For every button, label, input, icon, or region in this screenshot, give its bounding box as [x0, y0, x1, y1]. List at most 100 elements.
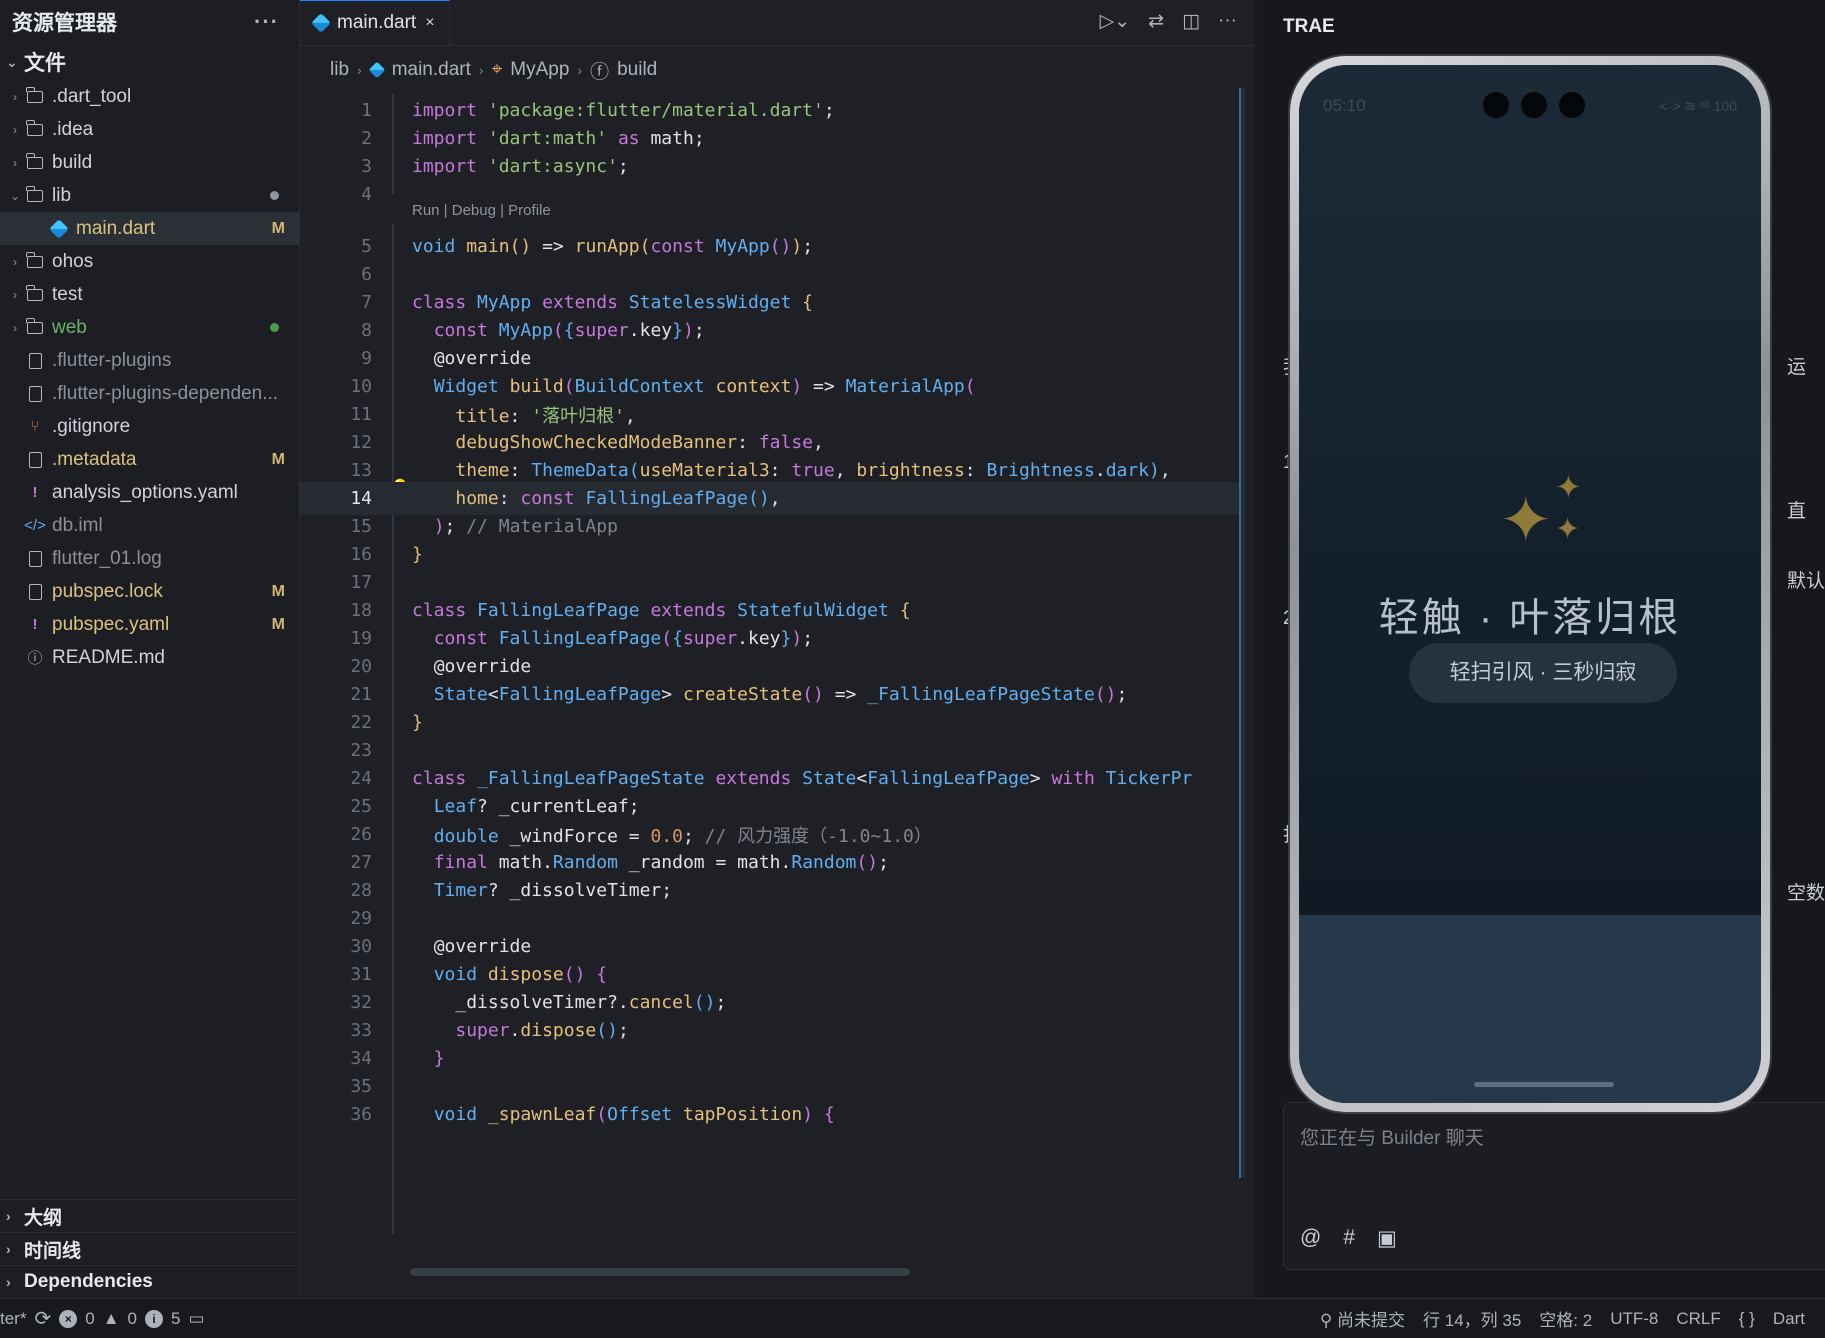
warning-icon[interactable]: ▲	[103, 1309, 120, 1329]
tab-main-dart[interactable]: main.dart ×	[300, 0, 450, 45]
tree-item[interactable]: main.dart M	[0, 212, 299, 245]
git-icon: ⑂	[30, 418, 40, 435]
tree-item[interactable]: ! pubspec.yaml M	[0, 608, 299, 641]
breadcrumb: lib › main.dart › ⌖ MyApp › ⓕ build	[300, 46, 1255, 94]
line-number: 1	[361, 100, 372, 121]
timeline-section[interactable]: › 时间线	[0, 1232, 299, 1265]
tree-item-label: db.iml	[52, 514, 103, 536]
breadcrumb-method[interactable]: build	[617, 59, 657, 81]
line-number: 3	[361, 156, 372, 177]
file-tree: › .dart_tool › .idea › build ⌄ lib main.dart M › oh…	[0, 80, 299, 674]
image-icon[interactable]: ▣	[1377, 1226, 1397, 1251]
chevron-right-icon: ›	[577, 62, 583, 78]
dependencies-label: Dependencies	[24, 1271, 153, 1292]
info-icon[interactable]: i	[145, 1309, 163, 1328]
tree-item-label: test	[52, 283, 83, 305]
breadcrumb-class[interactable]: MyApp	[510, 59, 569, 81]
tree-item[interactable]: ⑂ .gitignore	[0, 410, 299, 443]
device-icon[interactable]: ▭	[188, 1309, 204, 1329]
line-number: 19	[350, 628, 372, 649]
commit-status[interactable]: ⚲ 尚未提交	[1320, 1306, 1405, 1331]
chat-placeholder: 您正在与 Builder 聊天	[1300, 1128, 1484, 1149]
encoding[interactable]: UTF-8	[1610, 1309, 1658, 1329]
chevron-right-icon: ›	[13, 320, 17, 335]
folder-icon	[22, 119, 48, 136]
language-mode[interactable]: Dart	[1773, 1309, 1805, 1329]
hash-icon[interactable]: #	[1343, 1226, 1355, 1251]
chevron-down-icon: ⌄	[9, 188, 21, 203]
source-control-icon[interactable]: ⇄	[1148, 10, 1164, 33]
sidebar-bottom-sections: › 大纲 › 时间线 › Dependencies	[0, 1199, 299, 1298]
indentation[interactable]: 空格: 2	[1539, 1306, 1592, 1331]
tree-item[interactable]: ⓘ README.md	[0, 641, 299, 674]
line-number: 13	[350, 460, 372, 481]
tree-item-label: build	[52, 151, 93, 173]
chat-input[interactable]: 您正在与 Builder 聊天 @ # ▣	[1283, 1102, 1825, 1270]
line-number: 4	[361, 184, 372, 205]
tree-item-label: .flutter-plugins-dependen...	[52, 382, 279, 404]
dart-file-icon	[311, 13, 331, 33]
app-hint-pill: 轻扫引风 · 三秒归寂	[1409, 643, 1677, 703]
phone-time: 05:10	[1323, 96, 1366, 115]
outline-section[interactable]: › 大纲	[0, 1199, 299, 1232]
more-actions-icon[interactable]: ···	[254, 9, 279, 35]
more-actions-icon[interactable]: ···	[1218, 10, 1237, 33]
tree-item[interactable]: </> db.iml	[0, 509, 299, 542]
line-number: 14	[350, 488, 372, 509]
phone-preview: 05:10 <·> ≋ ᵃˡˡ 100 ✦ ✦ ✦ 轻触 · 叶落归根 轻扫引风…	[1290, 56, 1770, 1112]
split-editor-icon[interactable]: ◫	[1182, 10, 1200, 33]
sync-icon[interactable]: ⟳	[34, 1306, 51, 1331]
tree-item[interactable]: › .dart_tool	[0, 80, 299, 113]
line-ending[interactable]: CRLF	[1676, 1309, 1720, 1329]
editor-tabbar: main.dart × ▷⌄ ⇄ ◫ ···	[300, 0, 1255, 46]
line-number: 32	[350, 992, 372, 1013]
chevron-right-icon: ›	[357, 62, 362, 78]
info-icon: ⓘ	[27, 650, 43, 667]
code-area[interactable]: Run | Debug | Profile 💡 1import 'package…	[300, 94, 1255, 1298]
line-number: 35	[350, 1076, 372, 1097]
tree-item[interactable]: pubspec.lock M	[0, 575, 299, 608]
mention-icon[interactable]: @	[1300, 1226, 1321, 1251]
tree-item[interactable]: ⌄ lib	[0, 179, 299, 212]
git-status-badge: M	[271, 615, 285, 633]
error-icon[interactable]: ×	[59, 1309, 78, 1328]
line-number: 7	[361, 292, 372, 313]
chevron-right-icon: ›	[6, 1208, 11, 1224]
dependencies-section[interactable]: › Dependencies	[0, 1265, 299, 1298]
branch-label[interactable]: ter*	[0, 1309, 26, 1329]
run-debug-icon[interactable]: ▷⌄	[1100, 10, 1131, 33]
tree-item[interactable]: › ohos	[0, 245, 299, 278]
function-icon: ⓕ	[590, 61, 610, 83]
dart-file-icon	[46, 218, 72, 239]
yaml-icon: !	[32, 616, 38, 633]
error-count[interactable]: 0	[85, 1309, 94, 1329]
cursor-position[interactable]: 行 14，列 35	[1423, 1306, 1521, 1331]
tree-item[interactable]: .metadata M	[0, 443, 299, 476]
braces-icon[interactable]: { }	[1739, 1309, 1755, 1329]
home-indicator[interactable]	[1474, 1082, 1614, 1087]
vertical-scrollbar[interactable]	[1239, 88, 1245, 1178]
tree-item[interactable]: › test	[0, 278, 299, 311]
chevron-right-icon: ›	[13, 155, 17, 170]
info-count[interactable]: 5	[171, 1309, 180, 1329]
outline-label: 大纲	[24, 1207, 63, 1229]
close-tab-icon[interactable]: ×	[425, 14, 434, 32]
tree-item[interactable]: .flutter-plugins-dependen...	[0, 377, 299, 410]
tree-item[interactable]: ! analysis_options.yaml	[0, 476, 299, 509]
phone-screen[interactable]: 05:10 <·> ≋ ᵃˡˡ 100 ✦ ✦ ✦ 轻触 · 叶落归根 轻扫引风…	[1299, 65, 1761, 1103]
warning-count[interactable]: 0	[128, 1309, 137, 1329]
files-section-header[interactable]: ⌄ 文件	[0, 44, 299, 80]
panel-title: TRAE	[1283, 16, 1335, 37]
breadcrumb-lib[interactable]: lib	[330, 59, 349, 81]
tree-item[interactable]: flutter_01.log	[0, 542, 299, 575]
line-number: 10	[350, 376, 372, 397]
breadcrumb-file[interactable]: main.dart	[392, 59, 471, 81]
tree-item[interactable]: › .idea	[0, 113, 299, 146]
tree-item[interactable]: › web	[0, 311, 299, 344]
horizontal-scrollbar[interactable]	[410, 1268, 910, 1276]
tree-item[interactable]: › build	[0, 146, 299, 179]
line-number: 25	[350, 796, 372, 817]
tree-item[interactable]: .flutter-plugins	[0, 344, 299, 377]
tree-item-label: README.md	[52, 646, 165, 668]
tree-item-label: .gitignore	[52, 415, 131, 437]
